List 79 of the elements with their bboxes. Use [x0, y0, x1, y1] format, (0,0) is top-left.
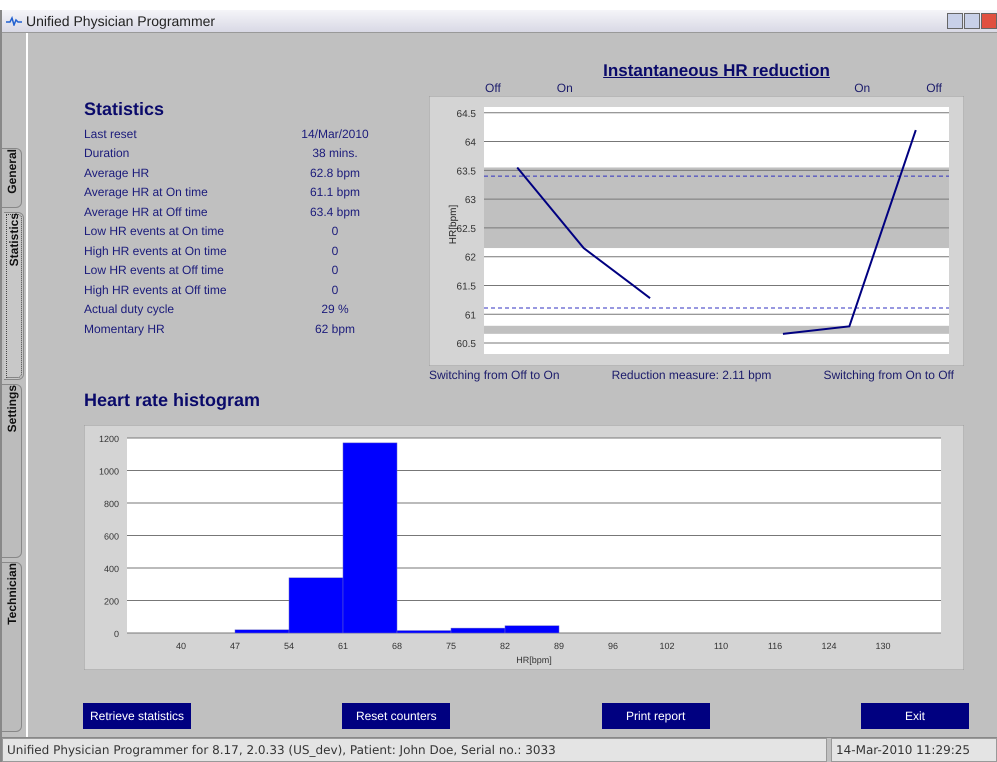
tick-label: 1000	[98, 466, 119, 476]
action-button[interactable]: Retrieve statistics	[83, 703, 191, 729]
stat-value: 0	[330, 244, 340, 258]
side-tab[interactable]: Statistics	[4, 212, 24, 380]
tick-label: 110	[714, 641, 728, 651]
switch-label: On	[556, 81, 573, 95]
stat-label: Average HR at Off time	[84, 204, 209, 219]
heartbeat-icon	[6, 16, 22, 26]
window-title: Unified Physician Programmer	[26, 13, 216, 29]
stat-value: 62.8 bpm	[308, 166, 362, 180]
axis-label: HR[bpm]	[516, 655, 552, 665]
tick-label: 116	[768, 641, 782, 651]
tick-label: 61.5	[456, 281, 476, 292]
tick-label: 102	[659, 641, 675, 651]
stat-value: 62 bpm	[314, 322, 356, 336]
tick-label: 64.5	[456, 108, 476, 120]
tick-label: 1200	[98, 434, 119, 444]
switch-label: On	[854, 81, 870, 95]
tick-label: 62.5	[456, 224, 476, 235]
histogram-bar	[504, 625, 560, 634]
stat-label: High HR events at On time	[84, 244, 228, 258]
stat-label: Average HR at On time	[84, 185, 209, 200]
tick-label: 200	[104, 596, 119, 606]
action-button[interactable]: Exit	[860, 703, 969, 729]
section-title: Heart rate histogram	[84, 390, 262, 411]
status-datetime: 14-Mar-2010 11:29:25	[831, 738, 997, 762]
stat-value: 0	[330, 224, 340, 238]
tick-label: 96	[608, 641, 618, 651]
tick-label: 62	[464, 252, 476, 264]
tick-label: 63	[464, 195, 476, 206]
tick-label: 61	[464, 310, 476, 322]
tick-label: 40	[176, 641, 186, 651]
action-button[interactable]: Print report	[602, 703, 710, 729]
status-info: Unified Physician Programmer for 8.17, 2.0.33 (US_dev), Patient: John Doe, Serial no.: 3033	[2, 738, 827, 762]
stat-label: Last reset	[84, 126, 138, 141]
stat-value: 29 %	[320, 302, 350, 316]
section-title: Statistics	[84, 99, 166, 120]
switch-label: Off	[926, 81, 942, 95]
stat-value: 14/Mar/2010	[300, 126, 370, 141]
tick-label: 89	[554, 641, 564, 651]
stat-value: 38 mins.	[311, 146, 359, 160]
tick-label: 63.5	[456, 166, 476, 178]
tick-label: 600	[104, 532, 119, 542]
tick-label: 47	[230, 641, 240, 651]
stat-label: Low HR events at On time	[84, 224, 226, 238]
side-tab[interactable]: Technician	[2, 562, 22, 732]
stat-label: Actual duty cycle	[84, 302, 176, 316]
tick-label: 68	[392, 641, 402, 651]
chart-title: Instantaneous HR reduction	[603, 61, 830, 81]
tick-label: 800	[104, 499, 119, 509]
tick-label: 82	[500, 641, 510, 651]
tick-label: 60.5	[456, 339, 476, 350]
stat-value: 63.4 bpm	[308, 204, 362, 219]
series-label: Switching from On to Off	[824, 368, 954, 382]
stat-value: 0	[330, 263, 340, 278]
maximize-button[interactable]	[964, 13, 980, 29]
stat-label: Average HR	[84, 166, 150, 180]
switch-label: Off	[485, 81, 501, 95]
tick-label: 130	[875, 641, 891, 651]
reduction-measure: Reduction measure: 2.11 bpm	[612, 368, 772, 382]
side-tab[interactable]: Settings	[2, 384, 22, 558]
tick-label: 61	[338, 641, 348, 651]
tick-label: 54	[284, 641, 294, 651]
stat-label: Low HR events at Off time	[84, 263, 225, 278]
stat-label: Duration	[84, 146, 130, 160]
tick-label: 64	[464, 138, 476, 149]
tick-label: 75	[446, 641, 456, 651]
tick-label: 0	[114, 629, 119, 639]
series-label: Switching from Off to On	[429, 368, 560, 382]
side-tab[interactable]: General	[2, 148, 22, 208]
tick-label: 400	[104, 564, 119, 574]
stat-value: 61.1 bpm	[308, 185, 362, 200]
tick-label: 124	[821, 641, 837, 651]
stat-value: 0	[330, 282, 340, 297]
stat-label: High HR events at Off time	[84, 282, 228, 297]
stat-label: Momentary HR	[84, 322, 166, 336]
axis-label: HR[bpm]	[448, 204, 459, 244]
minimize-button[interactable]	[947, 13, 963, 29]
action-button[interactable]: Reset counters	[342, 703, 450, 729]
